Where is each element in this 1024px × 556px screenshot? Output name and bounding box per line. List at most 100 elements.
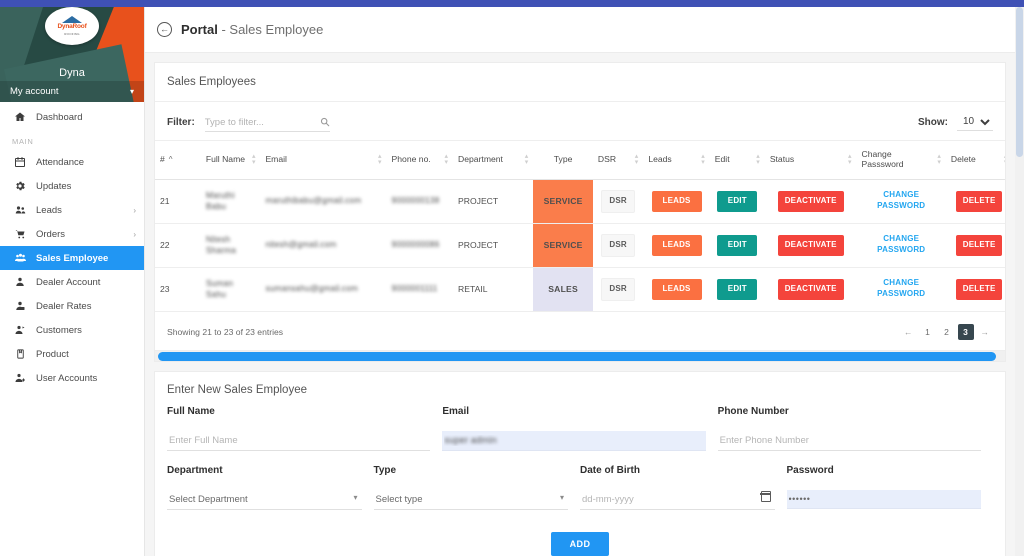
delete-button[interactable]: DELETE bbox=[956, 234, 1003, 256]
sidebar: DynaRoof ROOFING Dyna My account ▾ Dashb… bbox=[0, 0, 145, 556]
email-value: sumansahu@gmail.com bbox=[265, 283, 358, 294]
add-button[interactable]: ADD bbox=[550, 531, 610, 556]
pagination-page-1[interactable]: 1 bbox=[920, 324, 936, 340]
sort-icon: ▴▾ bbox=[378, 153, 382, 166]
horizontal-scrollbar[interactable] bbox=[155, 349, 1005, 361]
dsr-button[interactable]: DSR bbox=[601, 189, 636, 213]
cell-delete: DELETE bbox=[945, 267, 1005, 312]
pagination-page-2[interactable]: 2 bbox=[939, 324, 955, 340]
pagination: ← 1 2 3 → bbox=[900, 323, 994, 340]
user-plus-icon bbox=[12, 372, 28, 384]
col-status[interactable]: Status ▴ ▾ bbox=[764, 140, 857, 180]
change-password-link[interactable]: CHANGE PASSWORD bbox=[862, 278, 941, 300]
password-input[interactable] bbox=[786, 489, 981, 509]
dsr-button[interactable]: DSR bbox=[601, 233, 636, 257]
sort-icon: ▴▾ bbox=[634, 153, 639, 166]
type-select[interactable]: Select type bbox=[373, 489, 568, 510]
table-scroll-region: # ^ Full Name ▴ ▾ Email ▴ ▾ Phone no. ▴ ▾ Depar… bbox=[155, 140, 1005, 312]
vertical-scrollbar-thumb[interactable] bbox=[1016, 7, 1023, 157]
col-full-name[interactable]: Full Name ▴ ▾ bbox=[200, 140, 261, 180]
cell-change-password: CHANGE PASSWORD bbox=[856, 223, 946, 268]
dob-input[interactable] bbox=[580, 489, 775, 510]
change-password-link[interactable]: CHANGE PASSWORD bbox=[862, 234, 941, 256]
home-icon bbox=[12, 111, 28, 123]
cell-type: SERVICE bbox=[533, 179, 593, 224]
col-number[interactable]: # ^ bbox=[155, 140, 201, 180]
sidebar-item-attendance[interactable]: Attendance bbox=[0, 150, 144, 174]
pagination-page-3[interactable]: 3 bbox=[957, 323, 974, 340]
phone-label: Phone Number bbox=[717, 405, 789, 417]
full-name-input[interactable] bbox=[167, 430, 431, 451]
leads-button[interactable]: LEADS bbox=[651, 234, 702, 256]
sidebar-item-dashboard[interactable]: Dashboard bbox=[0, 105, 144, 129]
col-phone[interactable]: Phone no. ▴ ▾ bbox=[386, 140, 454, 180]
sort-icon: ▴▾ bbox=[444, 153, 449, 166]
sidebar-item-sales-employee[interactable]: Sales Employee bbox=[0, 246, 144, 270]
col-label: Phone no. bbox=[391, 153, 431, 164]
chevron-down-icon: ▾ bbox=[129, 87, 134, 96]
cell-full-name: Nitesh Sharma bbox=[200, 223, 261, 268]
customer-icon bbox=[12, 324, 28, 336]
deactivate-button[interactable]: DEACTIVATE bbox=[777, 190, 844, 212]
field-phone: Phone Number bbox=[717, 402, 993, 461]
leads-button[interactable]: LEADS bbox=[651, 278, 702, 300]
vertical-scrollbar[interactable] bbox=[1015, 7, 1024, 556]
cell-email: sumansahu@gmail.com bbox=[260, 267, 387, 312]
pagination-prev[interactable]: ← bbox=[900, 324, 917, 340]
col-change-password[interactable]: Change Passsword ▴ ▾ bbox=[856, 140, 946, 180]
page-title-bold: Portal bbox=[181, 22, 218, 37]
col-dsr[interactable]: DSR ▴ ▾ bbox=[592, 140, 644, 180]
cell-status: DEACTIVATE bbox=[764, 267, 857, 312]
edit-button[interactable]: EDIT bbox=[717, 190, 758, 212]
sidebar-item-label: Dashboard bbox=[36, 111, 83, 123]
sidebar-item-label: User Accounts bbox=[36, 372, 98, 384]
email-input[interactable] bbox=[442, 430, 706, 451]
sidebar-item-product[interactable]: Product bbox=[0, 342, 144, 366]
filter-input[interactable] bbox=[204, 114, 330, 132]
col-label: Full Name bbox=[205, 153, 246, 164]
edit-button[interactable]: EDIT bbox=[717, 278, 758, 300]
back-arrow-icon[interactable]: ← bbox=[157, 22, 172, 37]
sort-asc-icon: ^ bbox=[168, 155, 173, 165]
cell-department: RETAIL bbox=[453, 267, 534, 312]
sidebar-item-dealer-account[interactable]: Dealer Account bbox=[0, 270, 144, 294]
deactivate-button[interactable]: DEACTIVATE bbox=[777, 278, 844, 300]
pagination-next[interactable]: → bbox=[977, 324, 994, 340]
sidebar-item-leads[interactable]: Leads › bbox=[0, 198, 144, 222]
calendar-icon[interactable] bbox=[760, 490, 771, 502]
sort-icon: ▴▾ bbox=[251, 153, 256, 166]
col-delete[interactable]: Delete ▴▾ bbox=[945, 140, 1005, 180]
col-leads[interactable]: Leads ▴ ▾ bbox=[643, 140, 710, 180]
col-label: Leads bbox=[648, 153, 672, 164]
sort-icon: ▴▾ bbox=[701, 153, 705, 166]
my-account-toggle[interactable]: My account ▾ bbox=[0, 81, 144, 102]
field-full-name: Full Name bbox=[167, 402, 442, 461]
change-password-link[interactable]: CHANGE PASSWORD bbox=[862, 190, 941, 212]
dsr-button[interactable]: DSR bbox=[601, 277, 636, 301]
delete-button[interactable]: DELETE bbox=[956, 278, 1003, 300]
sidebar-item-orders[interactable]: Orders › bbox=[0, 222, 144, 246]
sidebar-item-user-accounts[interactable]: User Accounts bbox=[0, 366, 144, 390]
cell-number: 22 bbox=[155, 223, 201, 268]
col-type[interactable]: Type bbox=[533, 140, 593, 180]
sidebar-item-label: Dealer Rates bbox=[36, 300, 92, 312]
full-name-label: Full Name bbox=[167, 405, 215, 417]
sidebar-item-customers[interactable]: Customers bbox=[0, 318, 144, 342]
department-select[interactable]: Select Department bbox=[167, 489, 362, 510]
delete-button[interactable]: DELETE bbox=[956, 190, 1003, 212]
col-edit[interactable]: Edit ▴ ▾ bbox=[709, 140, 765, 180]
show-entries-select[interactable]: 10 bbox=[957, 113, 993, 131]
sidebar-item-dealer-rates[interactable]: Dealer Rates bbox=[0, 294, 144, 318]
leads-button[interactable]: LEADS bbox=[651, 190, 702, 212]
sidebar-item-label: Orders bbox=[36, 228, 66, 240]
deactivate-button[interactable]: DEACTIVATE bbox=[777, 234, 844, 256]
edit-button[interactable]: EDIT bbox=[717, 234, 758, 256]
phone-input[interactable] bbox=[717, 430, 981, 451]
email-value: nitesh@gmail.com bbox=[265, 239, 337, 250]
show-label: Show: bbox=[918, 116, 948, 128]
horizontal-scrollbar-thumb[interactable] bbox=[158, 351, 996, 361]
type-label: Type bbox=[373, 464, 397, 476]
col-department[interactable]: Department ▴ ▾ bbox=[453, 140, 534, 180]
col-email[interactable]: Email ▴ ▾ bbox=[260, 140, 387, 180]
sidebar-item-updates[interactable]: Updates bbox=[0, 174, 144, 198]
